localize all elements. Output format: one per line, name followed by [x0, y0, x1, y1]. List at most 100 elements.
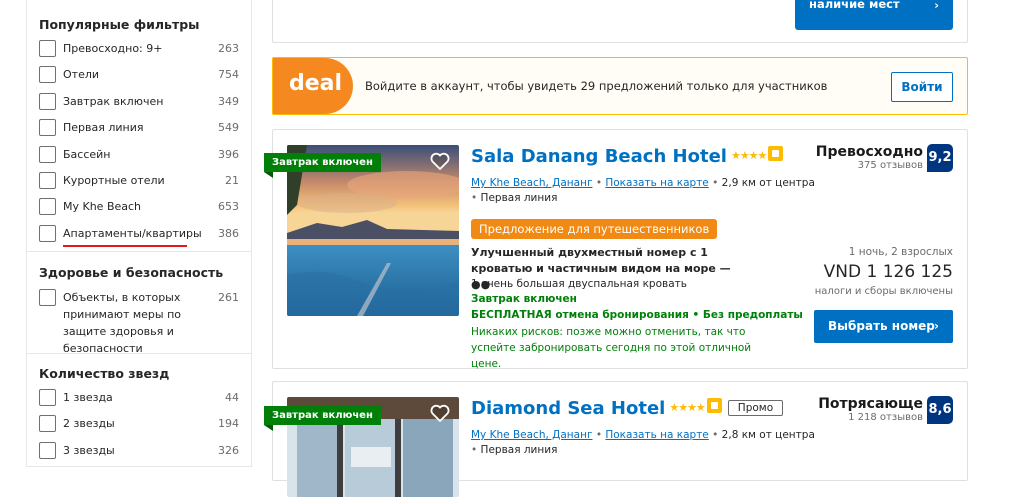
checkbox[interactable]	[39, 40, 56, 57]
filter-count: 754	[218, 68, 239, 82]
filter-resorts[interactable]: Курортные отели 21	[39, 171, 239, 190]
separator-dot: •	[471, 192, 478, 204]
filter-2-stars[interactable]: 2 звезды 194	[39, 415, 239, 433]
location-line: My Khe Beach, Дананг • Показать на карте…	[471, 177, 815, 189]
review-count: 375 отзывов	[857, 160, 923, 171]
chevron-right-icon: ›	[934, 319, 939, 333]
show-on-map-link[interactable]: Показать на карте	[605, 429, 708, 441]
travel-deal-badge: Предложение для путешественников	[471, 219, 718, 239]
checkbox[interactable]	[39, 389, 56, 406]
checkbox[interactable]	[39, 198, 56, 216]
filter-label: Первая линия	[63, 121, 144, 135]
rating-word: Потрясающе	[818, 396, 923, 412]
bed-type: 1 очень большая двуспальная кровать	[471, 278, 687, 290]
review-count: 1 218 отзывов	[848, 412, 923, 423]
breakfast-included-text: Завтрак включен	[471, 293, 577, 305]
button-label: Выбрать номер	[828, 319, 935, 333]
filter-hotels[interactable]: Отели 754	[39, 66, 239, 84]
hotel-name-link[interactable]: Diamond Sea Hotel	[471, 398, 665, 419]
checkbox[interactable]	[39, 66, 56, 84]
checkbox[interactable]	[39, 92, 56, 110]
checkbox[interactable]	[39, 145, 56, 163]
filter-health-measures[interactable]: Объекты, в которых принимают меры по защ…	[39, 289, 239, 357]
filter-first-line[interactable]: Первая линия 549	[39, 119, 239, 137]
filter-count: 396	[218, 147, 239, 161]
heart-icon[interactable]	[430, 404, 450, 422]
login-button[interactable]: Войти	[891, 72, 953, 102]
separator-dot: •	[712, 429, 719, 441]
promo-badge: Промо	[727, 400, 784, 416]
free-cancellation-text: БЕСПЛАТНАЯ отмена бронирования • Без пре…	[471, 309, 803, 321]
checkbox[interactable]	[39, 415, 56, 433]
location-link[interactable]: My Khe Beach, Дананг	[471, 177, 592, 189]
checkbox[interactable]	[39, 171, 56, 189]
separator-dot: •	[595, 429, 603, 441]
filter-pool[interactable]: Бассейн 396	[39, 145, 239, 164]
star-rating-icon: ★★★★	[730, 149, 767, 162]
review-score[interactable]: Потрясающе 1 218 отзывов 8,6	[818, 396, 953, 424]
checkbox[interactable]	[39, 224, 56, 242]
chevron-right-icon: ›	[934, 0, 939, 12]
rating-word: Превосходно	[815, 144, 923, 160]
filter-excellent[interactable]: Превосходно: 9+ 263	[39, 40, 239, 58]
show-on-map-link[interactable]: Показать на карте	[605, 177, 708, 189]
health-safety-section: Здоровье и безопасность Объекты, в котор…	[27, 252, 251, 357]
filter-count: 194	[218, 417, 239, 431]
occupancy-text: 1 ночь, 2 взрослых	[848, 246, 953, 258]
section-title: Популярные фильтры	[39, 17, 200, 32]
filter-label: Бассейн	[63, 147, 111, 161]
hotel-card: Завтрак включен Sala Danang Beach Hotel ★…	[264, 129, 968, 370]
filter-label: Превосходно: 9+	[63, 42, 163, 55]
filter-count: 326	[218, 443, 239, 457]
score-badge: 8,6	[927, 396, 953, 424]
button-label: Посмотреть наличие мест	[809, 0, 900, 11]
checkbox[interactable]	[39, 119, 56, 137]
location-link[interactable]: My Khe Beach, Дананг	[471, 429, 592, 441]
review-score[interactable]: Превосходно 375 отзывов 9,2	[816, 144, 953, 172]
breakfast-ribbon: Завтрак включен	[264, 406, 381, 431]
first-line-row: • Первая линия	[471, 192, 557, 204]
room-type-text: Улучшенный двухместный номер с 1 кровать…	[471, 246, 731, 275]
hotel-card: Завтрак включен Diamond Sea Hotel ★★★★ Про…	[264, 381, 968, 497]
filters-sidebar: Популярные фильтры Превосходно: 9+ 263 От…	[26, 0, 252, 467]
filter-my-khe-beach[interactable]: My Khe Beach 653	[39, 198, 239, 216]
filter-count: 261	[218, 291, 239, 304]
first-line-text: Первая линия	[480, 444, 558, 456]
filter-label: Объекты, в которых принимают меры по защ…	[63, 291, 182, 355]
first-line-text: Первая линия	[480, 192, 558, 204]
filter-count: 349	[218, 94, 239, 108]
popular-filters-section: Популярные фильтры Превосходно: 9+ 263 От…	[27, 0, 251, 252]
separator-dot: •	[471, 444, 478, 456]
filter-apartments[interactable]: Апартаменты/квартиры 386	[39, 224, 239, 247]
see-availability-button[interactable]: Посмотреть наличие мест ›	[795, 0, 953, 30]
review-words: Превосходно 375 отзывов	[816, 144, 923, 171]
red-underline-annotation	[63, 244, 187, 247]
price-text: VND 1 126 125	[823, 262, 953, 282]
section-title: Здоровье и безопасность	[39, 265, 224, 280]
deal-badge-text: deal	[289, 71, 343, 96]
review-words: Потрясающе 1 218 отзывов	[818, 396, 923, 423]
filter-label: Апартаменты/квартиры	[63, 226, 202, 240]
deal-banner: deal Войдите в аккаунт, чтобы увидеть 29…	[272, 57, 968, 115]
section-title: Количество звезд	[39, 366, 170, 381]
heart-icon[interactable]	[430, 152, 450, 170]
first-line-row: • Первая линия	[471, 444, 557, 456]
filter-count: 263	[218, 42, 239, 55]
filter-breakfast[interactable]: Завтрак включен 349	[39, 92, 239, 111]
star-rating-section: Количество звезд 1 звезда 44 2 звезды 194 …	[27, 354, 251, 466]
filter-count: 44	[225, 391, 239, 404]
hotel-name-link[interactable]: Sala Danang Beach Hotel	[471, 146, 727, 167]
star-rating-icon: ★★★★	[669, 401, 705, 414]
filter-3-stars[interactable]: 3 звезды 326	[39, 441, 239, 460]
filter-count: 386	[218, 226, 239, 240]
checkbox[interactable]	[39, 289, 56, 306]
choose-room-button[interactable]: Выбрать номер ›	[814, 310, 953, 343]
filter-count: 21	[225, 173, 239, 187]
filter-1-star[interactable]: 1 звезда 44	[39, 389, 239, 407]
breakfast-ribbon: Завтрак включен	[264, 153, 381, 178]
checkbox[interactable]	[39, 441, 56, 459]
filter-label: 1 звезда	[63, 391, 113, 404]
deal-badge-icon: deal	[273, 58, 353, 114]
distance-text: 2,9 км от центра	[721, 177, 815, 189]
thumbs-up-icon	[706, 398, 722, 413]
